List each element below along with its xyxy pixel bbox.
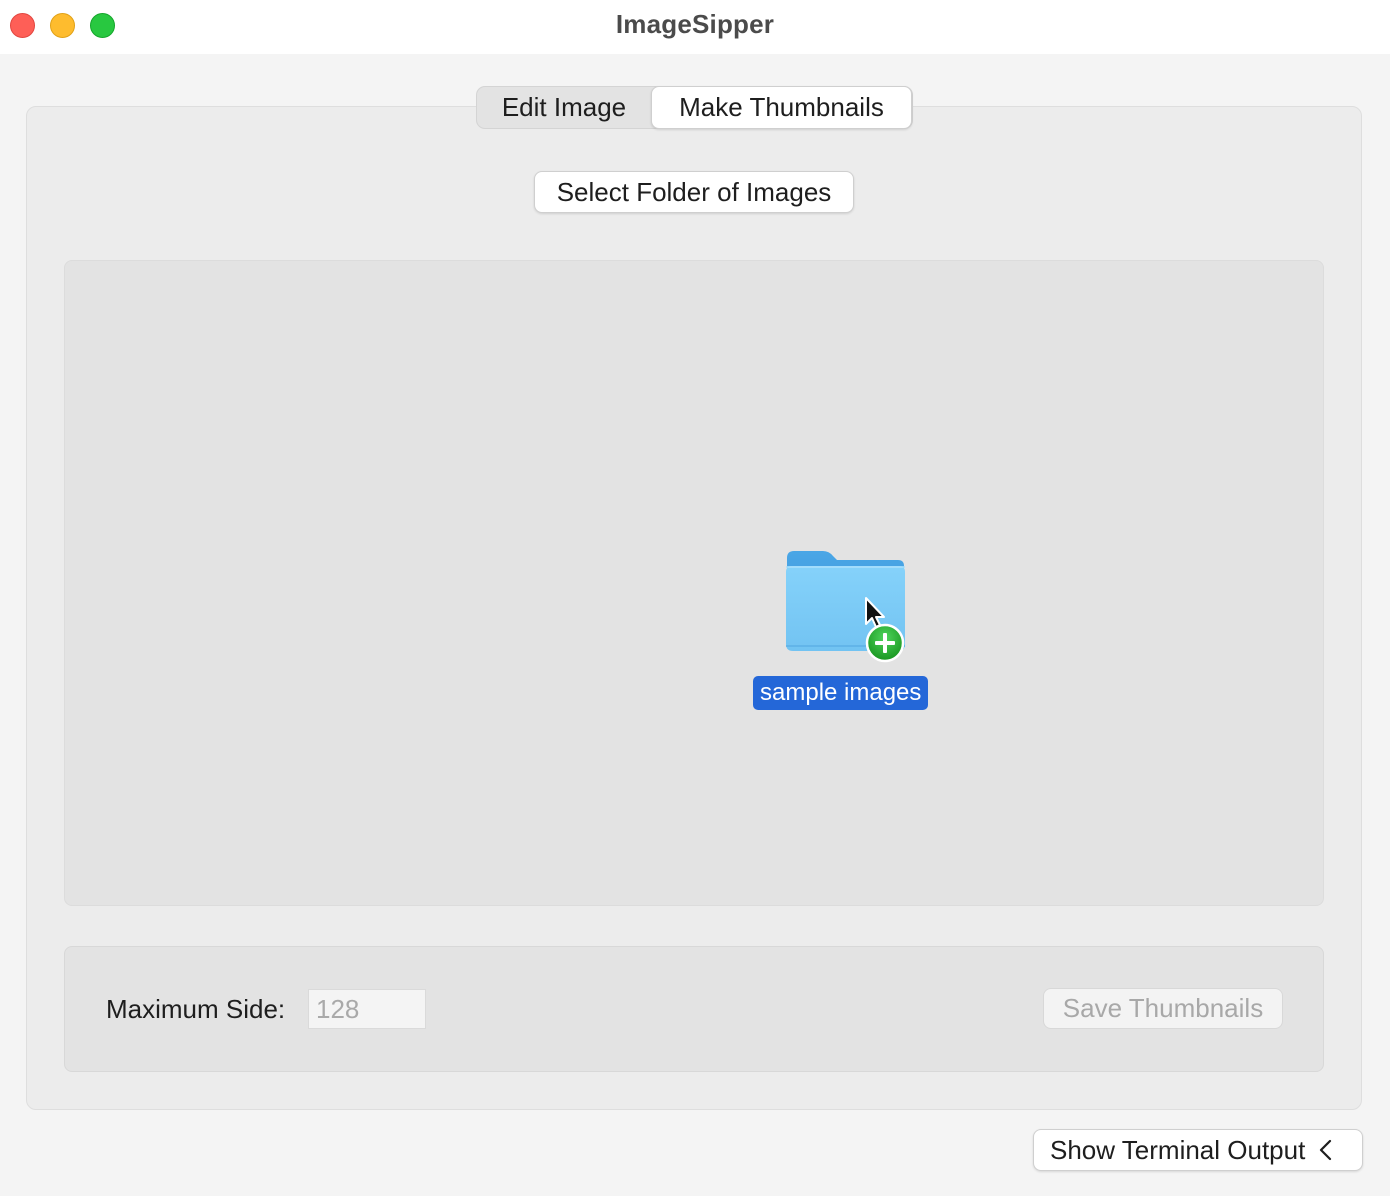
tab-make-thumbnails[interactable]: Make Thumbnails — [651, 86, 912, 129]
show-terminal-output-button[interactable]: Show Terminal Output — [1033, 1129, 1363, 1171]
image-drop-area[interactable] — [64, 260, 1324, 906]
tab-control: Edit Image Make Thumbnails — [476, 86, 913, 129]
tab-edit-image[interactable]: Edit Image — [477, 87, 651, 128]
select-folder-button[interactable]: Select Folder of Images — [534, 171, 854, 213]
plus-badge-icon — [865, 623, 905, 663]
max-side-input[interactable] — [308, 989, 426, 1029]
folder-label: sample images — [753, 676, 929, 710]
terminal-button-label: Show Terminal Output — [1050, 1134, 1306, 1165]
save-thumbnails-button[interactable]: Save Thumbnails — [1043, 988, 1283, 1029]
window-title: ImageSipper — [615, 9, 775, 39]
title-bar: ImageSipper — [0, 0, 1390, 54]
app-window: ImageSipper Edit Image Make Thumbnails S… — [0, 0, 1390, 1196]
max-side-label: Maximum Side: — [106, 994, 286, 1024]
chevron-left-icon — [1320, 1139, 1332, 1161]
